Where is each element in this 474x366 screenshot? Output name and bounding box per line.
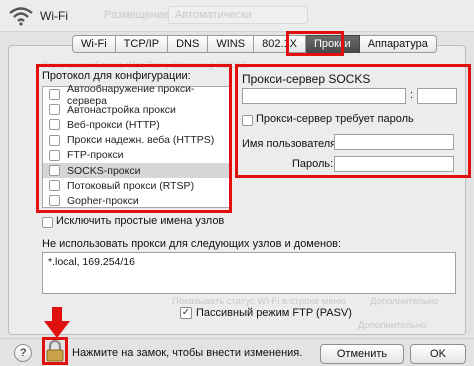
tab-bar: Wi-Fi TCP/IP DNS WINS 802.1X Прокси Аппа… [72, 35, 437, 53]
tab-hardware[interactable]: Аппаратура [359, 35, 437, 53]
exclude-simple-hosts-label: Исключить простые имена узлов [56, 215, 225, 227]
socks-highlight-frame [235, 64, 471, 178]
tab-highlight-frame [286, 31, 344, 56]
bypass-hosts-field[interactable]: *.local, 169.254/16 [42, 252, 456, 294]
lock-highlight-frame [42, 337, 68, 365]
ghost-status-text: Показывать статус Wi-Fi в строке меню [172, 296, 346, 307]
pasv-checkbox[interactable]: ✓ [180, 307, 192, 319]
bypass-label: Не использовать прокси для следующих узл… [42, 238, 342, 250]
ghost-location-select: Автоматически [168, 6, 308, 24]
ghost-advanced-text-2: Дополнительно [358, 320, 427, 331]
tab-dns[interactable]: DNS [168, 35, 209, 53]
pasv-label: Пассивный режим FTP (PASV) [196, 307, 352, 319]
tab-wins[interactable]: WINS [208, 35, 255, 53]
tab-tcpip[interactable]: TCP/IP [115, 35, 169, 53]
exclude-simple-hosts-checkbox[interactable] [42, 217, 53, 228]
protocols-highlight-frame [36, 64, 232, 213]
ok-button[interactable]: OK [410, 344, 466, 364]
window-title: Wi-Fi [40, 9, 68, 23]
help-button[interactable]: ? [14, 344, 32, 362]
wifi-icon [9, 7, 33, 26]
lock-hint-text: Нажмите на замок, чтобы внести изменения… [72, 347, 303, 359]
cancel-button[interactable]: Отменить [320, 344, 404, 364]
ghost-location-label: Размещение [104, 9, 170, 21]
tab-wifi[interactable]: Wi-Fi [72, 35, 116, 53]
ghost-advanced-text: Дополнительно [370, 296, 439, 307]
arrow-down-icon [44, 307, 70, 338]
